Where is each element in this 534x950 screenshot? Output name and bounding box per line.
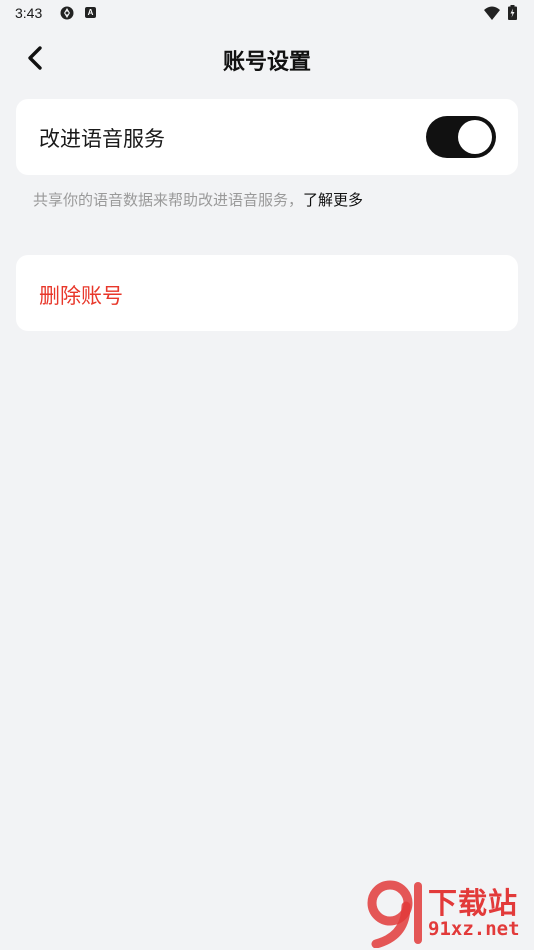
voice-hint-text: 共享你的语音数据来帮助改进语音服务， bbox=[33, 191, 304, 209]
page-title: 账号设置 bbox=[222, 50, 311, 75]
watermark-logo: 下载站 91xz.net bbox=[362, 878, 534, 950]
voice-improvement-label: 改进语音服务 bbox=[39, 127, 165, 151]
toggle-knob bbox=[458, 120, 492, 154]
app-header: 账号设置 bbox=[0, 30, 534, 86]
watermark-url: 91xz.net bbox=[428, 918, 520, 940]
voice-improvement-card: 改进语音服务 bbox=[16, 99, 518, 175]
wifi-icon bbox=[484, 6, 500, 20]
watermark-nine-icon bbox=[367, 880, 422, 948]
sync-icon bbox=[60, 6, 74, 20]
delete-account-button[interactable]: 删除账号 bbox=[16, 255, 518, 331]
voice-improvement-toggle[interactable] bbox=[426, 116, 496, 158]
a-icon: A bbox=[85, 7, 96, 18]
battery-icon bbox=[508, 5, 517, 20]
status-bar: 3:43 A bbox=[0, 0, 534, 28]
status-time: 3:43 bbox=[15, 5, 43, 21]
voice-hint: 共享你的语音数据来帮助改进语音服务，了解更多 bbox=[33, 189, 363, 210]
delete-account-label: 删除账号 bbox=[39, 284, 123, 308]
watermark-name: 下载站 bbox=[428, 886, 519, 920]
learn-more-link[interactable]: 了解更多 bbox=[303, 191, 363, 209]
